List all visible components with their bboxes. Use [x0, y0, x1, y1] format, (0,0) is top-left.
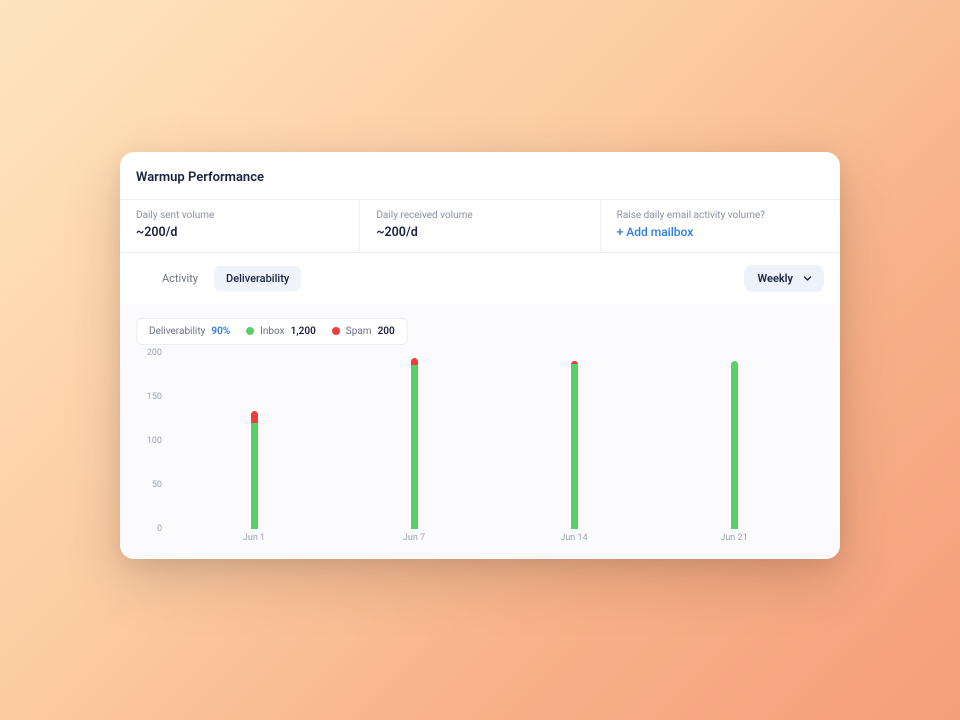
bar-group: Jun 7 [411, 353, 418, 529]
y-tick: 150 [138, 392, 162, 402]
stat-received-value: ~200/d [376, 225, 583, 240]
bar [731, 361, 738, 528]
x-label: Jun 21 [720, 533, 747, 543]
legend-deliverability-label: Deliverability [149, 326, 205, 337]
stat-received-label: Daily received volume [376, 210, 583, 221]
page-title: Warmup Performance [136, 170, 824, 185]
stat-raise: Raise daily email activity volume? + Add… [601, 200, 840, 252]
bars: Jun 1 Jun 7 Jun 14 Jun 21 [174, 353, 814, 529]
chevron-down-icon [803, 274, 812, 283]
stat-raise-label: Raise daily email activity volume? [617, 210, 824, 221]
y-tick: 100 [138, 436, 162, 446]
legend-inbox-label: Inbox [260, 326, 284, 337]
stat-sent-value: ~200/d [136, 225, 343, 240]
bar-group: Jun 1 [251, 353, 258, 529]
stat-sent: Daily sent volume ~200/d [120, 200, 360, 252]
legend-inbox-value: 1,200 [291, 326, 316, 337]
header: Warmup Performance [120, 152, 840, 199]
controls-row: Activity Deliverability Weekly [120, 253, 840, 304]
legend-deliverability: Deliverability 90% [149, 326, 230, 337]
card: Warmup Performance Daily sent volume ~20… [120, 152, 840, 559]
stat-received: Daily received volume ~200/d [360, 200, 600, 252]
y-tick: 200 [138, 348, 162, 358]
bar [571, 361, 578, 528]
add-mailbox-link[interactable]: + Add mailbox [617, 225, 824, 239]
bar-group: Jun 21 [731, 353, 738, 529]
bar-spam-segment [411, 358, 418, 365]
period-dropdown-label: Weekly [758, 272, 793, 285]
y-tick: 0 [138, 524, 162, 534]
stats-row: Daily sent volume ~200/d Daily received … [120, 199, 840, 253]
bar-spam-segment [571, 361, 578, 364]
tab-activity[interactable]: Activity [150, 266, 210, 291]
y-tick: 50 [138, 480, 162, 490]
tab-deliverability[interactable]: Deliverability [214, 266, 301, 291]
legend-inbox: Inbox 1,200 [246, 326, 316, 337]
stat-sent-label: Daily sent volume [136, 210, 343, 221]
period-dropdown[interactable]: Weekly [744, 265, 824, 292]
legend: Deliverability 90% Inbox 1,200 Spam 200 [136, 318, 408, 345]
plot: 050100150200 Jun 1Jun 7Jun 14Jun 21 [164, 353, 824, 543]
tabs: Activity Deliverability [150, 266, 301, 291]
bar-group: Jun 14 [571, 353, 578, 529]
chart-area: Deliverability 90% Inbox 1,200 Spam 200 … [120, 304, 840, 559]
bar [411, 358, 418, 529]
x-label: Jun 1 [243, 533, 265, 543]
dot-icon-red [332, 327, 340, 335]
legend-spam: Spam 200 [332, 326, 395, 337]
x-label: Jun 7 [403, 533, 425, 543]
bar [251, 411, 258, 529]
x-label: Jun 14 [560, 533, 587, 543]
legend-deliverability-value: 90% [211, 326, 230, 337]
legend-spam-label: Spam [346, 326, 372, 337]
legend-spam-value: 200 [378, 326, 395, 337]
dot-icon-green [246, 327, 254, 335]
bar-spam-segment [251, 411, 258, 423]
y-axis: 050100150200 [138, 353, 162, 543]
